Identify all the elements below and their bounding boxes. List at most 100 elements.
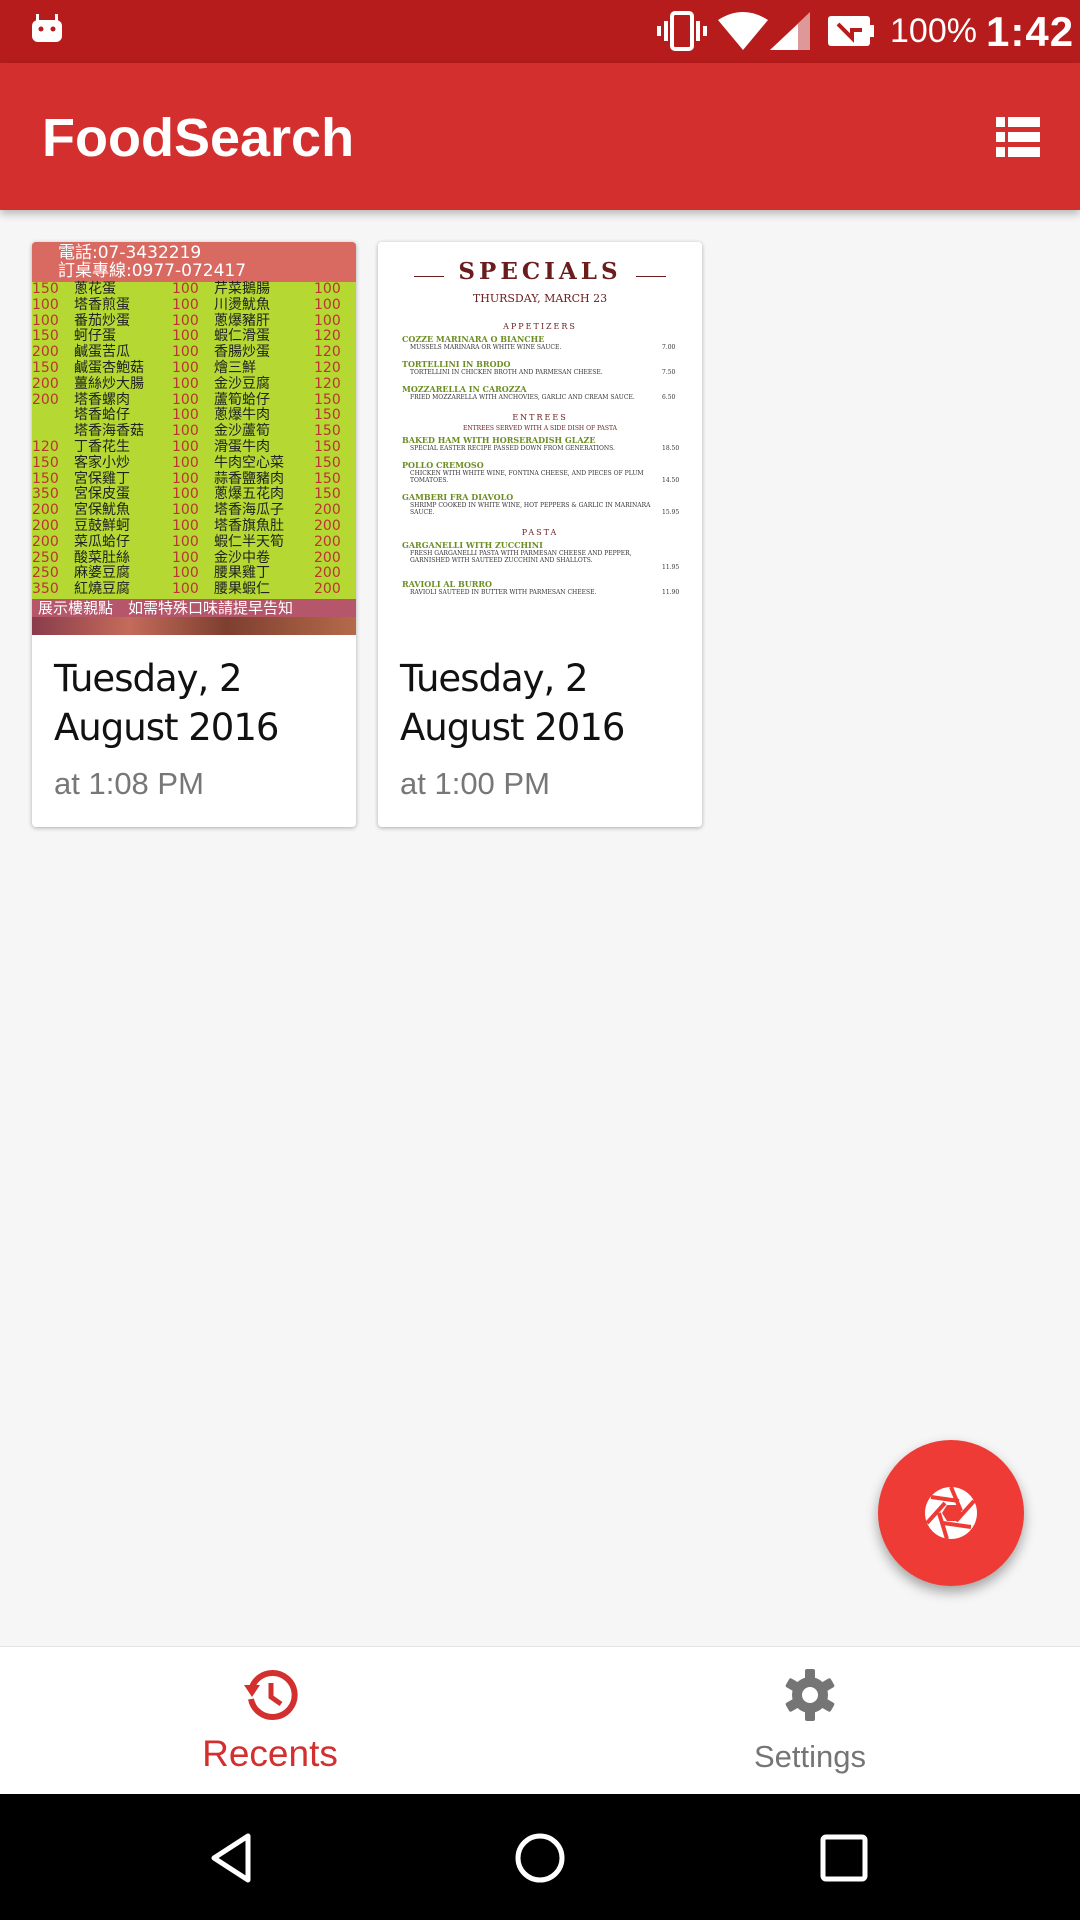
dish-price: 100: [32, 296, 59, 313]
recent-scan-card[interactable]: SPECIALS THURSDAY, MARCH 23 APPETIZERS CO…: [378, 242, 702, 827]
menu-row: 200 薑絲炒大腸 100 金沙豆腐 120: [32, 375, 356, 392]
menu-row: 200 菜瓜蛤仔 100 蝦仁半天筍 200: [32, 533, 356, 550]
menu-item-name: MOZZARELLA IN CAROZZA: [402, 384, 527, 394]
dish-price: 100: [172, 549, 199, 566]
dish-name: 客家小炒: [74, 454, 130, 471]
dish-price: 150: [314, 454, 341, 471]
dish-price: 200: [32, 344, 59, 361]
dish-name: 牛肉空心菜: [214, 454, 284, 471]
dish-price: 150: [32, 470, 59, 487]
nav-settings[interactable]: Settings: [540, 1647, 1080, 1795]
dish-price: 120: [32, 439, 59, 455]
nav-recents[interactable]: Recents: [0, 1647, 540, 1795]
menu-items: 150 蔥花蛋 100 芹菜鵝腸 100 100 塔香煎蛋 100 川燙魷魚 100 100 番茄炒蛋…: [32, 282, 356, 599]
app-bar: FoodSearch: [0, 63, 1080, 210]
gear-icon: [785, 1669, 835, 1721]
dish-price: 200: [32, 533, 59, 550]
dish-price: 100: [172, 486, 199, 503]
dish-name: 塔香蛤仔: [74, 407, 130, 424]
menu-item-description: CHICKEN WITH WHITE WINE, FONTINA CHEESE,…: [410, 470, 644, 484]
back-icon[interactable]: [206, 1832, 258, 1884]
recent-scan-card[interactable]: 電話:07-3432219 訂桌專線:0977-072417 150 蔥花蛋 100…: [32, 242, 356, 827]
card-time: at 1:00 PM: [400, 766, 550, 801]
dish-price: 100: [172, 296, 199, 313]
dish-price: 150: [314, 486, 341, 503]
menu-item-description: FRIED MOZZARELLA WITH ANCHOVIES, GARLIC …: [410, 394, 635, 401]
dish-price: 100: [32, 312, 59, 329]
dish-name: 金沙蘆筍: [214, 423, 270, 440]
dish-name: 宮保雞丁: [74, 470, 130, 487]
dish-name: 蒜香鹽豬肉: [214, 470, 284, 487]
dish-price: 100: [314, 296, 341, 313]
menu-item-name: RAVIOLI AL BURRO: [402, 579, 492, 589]
camera-shutter-icon: [925, 1486, 977, 1540]
menu-item-price: 14.50: [662, 477, 680, 484]
menu-section-heading: ENTREES: [512, 413, 568, 422]
menu-row: 150 客家小炒 100 牛肉空心菜 150: [32, 454, 356, 471]
dish-price: 120: [314, 360, 341, 376]
bottom-navigation: Recents Settings: [0, 1646, 1080, 1795]
dish-price: 120: [314, 344, 341, 361]
dish-name: 塔香螺肉: [74, 391, 130, 408]
dish-price: 200: [314, 518, 341, 534]
menu-item-name: TORTELLINI IN BRODO: [402, 359, 511, 369]
dish-name: 蔥爆牛肉: [214, 407, 270, 424]
dish-price: 150: [314, 423, 341, 440]
view-list-icon[interactable]: [996, 117, 1040, 157]
menu-item-description: TORTELLINI IN CHICKEN BROTH AND PARMESAN…: [410, 369, 603, 376]
menu-row: 200 鹹蛋苦瓜 100 香腸炒蛋 120: [32, 345, 356, 360]
dish-price: 200: [314, 502, 341, 519]
status-bar: 100% 1:42: [0, 0, 1080, 63]
vibrate-icon: [657, 11, 707, 51]
dish-price: 150: [32, 454, 59, 471]
menu-item-description: SPECIAL EASTER RECIPE PASSED DOWN FROM G…: [410, 445, 615, 452]
menu-item-description: MUSSELS MARINARA OR WHITE WINE SAUCE.: [410, 344, 562, 351]
dish-name: 滑蛋牛肉: [214, 439, 270, 455]
dish-name: 腰果蝦仁: [214, 581, 270, 598]
dish-price: 100: [172, 407, 199, 424]
dish-price: 100: [314, 281, 341, 297]
menu-item-name: GARGANELLI WITH ZUCCHINI: [402, 540, 543, 550]
dish-name: 蝦仁滑蛋: [214, 328, 270, 345]
home-icon[interactable]: [514, 1832, 566, 1884]
dish-price: 200: [314, 565, 341, 582]
menu-item-name: GAMBERI FRA DIAVOLO: [402, 492, 514, 502]
dish-name: 蔥爆五花肉: [214, 486, 284, 503]
dish-name: 番茄炒蛋: [74, 312, 130, 329]
dish-price: 200: [32, 375, 59, 392]
dish-price: 150: [314, 391, 341, 408]
dish-price: 150: [32, 281, 59, 297]
menu-row: 塔香海香菇 100 金沙蘆筍 150: [32, 424, 356, 439]
dish-name: 鹹蛋杏鮑菇: [74, 360, 144, 376]
menu-item-description: FRESH GARGANELLI PASTA WITH PARMESAN CHE…: [410, 550, 632, 564]
menu-header: 電話:07-3432219 訂桌專線:0977-072417: [32, 242, 356, 282]
specials-menu-photo: SPECIALS THURSDAY, MARCH 23 APPETIZERS CO…: [378, 242, 702, 635]
menu-section-heading: APPETIZERS: [503, 322, 577, 331]
menu-row: 350 紅燒豆腐 100 腰果蝦仁 200: [32, 582, 356, 597]
menu-item-price: 11.90: [662, 589, 680, 596]
menu-row: 200 塔香螺肉 100 蘆筍蛤仔 150: [32, 391, 356, 408]
camera-fab[interactable]: [878, 1440, 1024, 1586]
signal-icon: [770, 12, 810, 50]
overview-icon[interactable]: [818, 1832, 870, 1884]
clock: 1:42: [986, 8, 1075, 55]
dish-price: 100: [172, 533, 199, 550]
dish-name: 腰果雞丁: [214, 565, 270, 582]
dish-name: 蔥爆豬肝: [214, 312, 270, 329]
menu-section-note: ENTREES SERVED WITH A SIDE DISH OF PASTA: [462, 425, 617, 432]
dish-price: 100: [172, 360, 199, 376]
dish-price: 200: [314, 581, 341, 598]
dish-name: 豆鼓鮮蚵: [74, 518, 130, 534]
dish-price: 100: [172, 312, 199, 329]
card-time: at 1:08 PM: [54, 766, 204, 801]
dish-name: 蚵仔蛋: [74, 328, 116, 345]
dish-name: 燴三鮮: [214, 360, 256, 376]
dish-price: 200: [32, 391, 59, 408]
menu-row: 150 蚵仔蛋 100 蝦仁滑蛋 120: [32, 329, 356, 344]
dish-price: 100: [172, 375, 199, 392]
dish-price: 200: [314, 549, 341, 566]
dish-price: 250: [32, 549, 59, 566]
dish-name: 蔥花蛋: [74, 281, 116, 297]
chinese-menu-photo: 電話:07-3432219 訂桌專線:0977-072417 150 蔥花蛋 100…: [32, 242, 356, 635]
menu-item-price: 15.95: [662, 509, 680, 516]
